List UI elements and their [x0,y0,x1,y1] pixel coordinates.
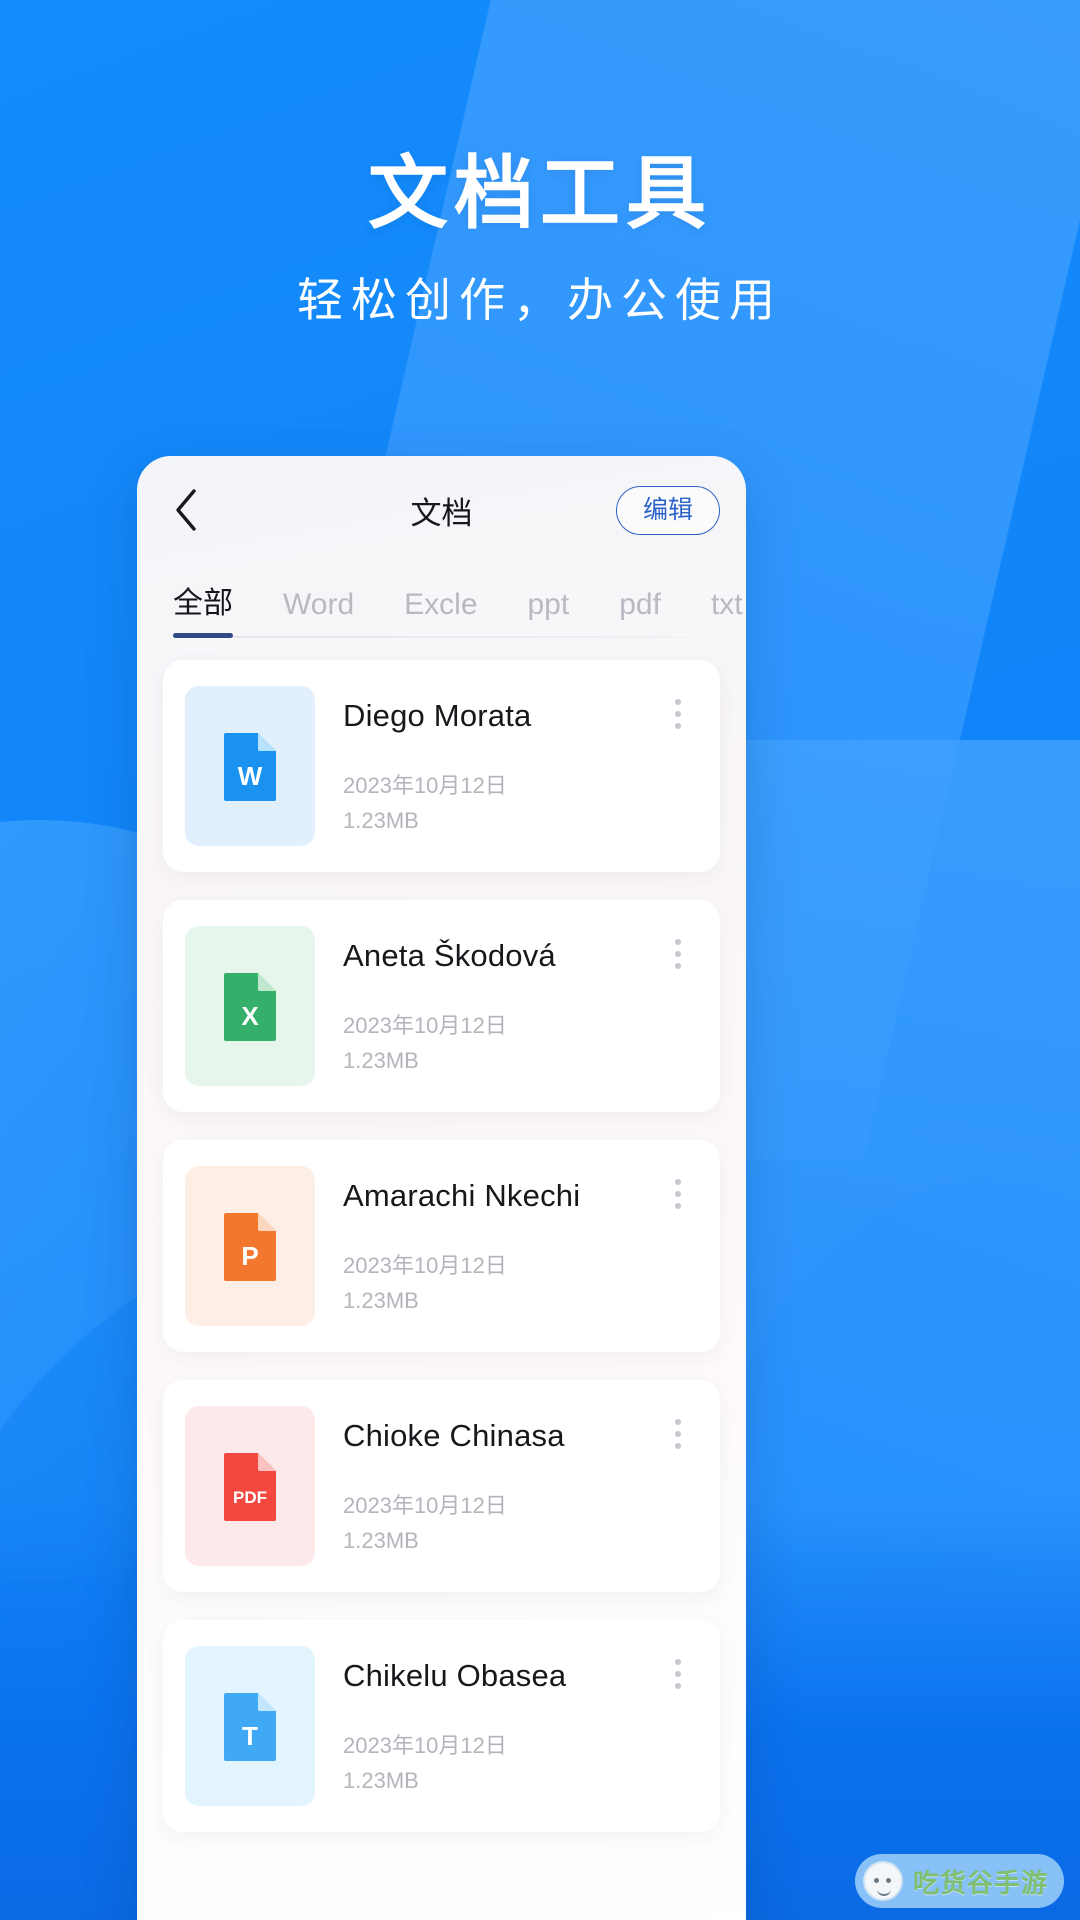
tab-ppt[interactable]: ppt [528,588,570,638]
dot [675,1443,681,1449]
file-date: 2023年10月12日 [343,1493,507,1518]
app-header: 文档 编辑 [137,456,746,564]
more-vertical-icon[interactable] [664,1176,692,1212]
file-thumbnail: P [185,1166,315,1326]
dot [675,1683,681,1689]
tab-excel[interactable]: Excle [404,588,477,638]
file-date: 2023年10月12日 [343,1013,507,1038]
file-name: Diego Morata [343,698,532,733]
dot [675,1191,681,1197]
file-list: W Diego Morata 2023年10月12日 1.23MB X Anet… [137,638,746,1832]
file-size: 1.23MB [343,1768,419,1793]
table-row[interactable]: P Amarachi Nkechi 2023年10月12日 1.23MB [163,1140,720,1352]
svg-text:T: T [242,1721,258,1751]
svg-text:X: X [241,1001,259,1031]
svg-text:P: P [241,1241,258,1271]
file-size: 1.23MB [343,1528,419,1553]
back-button[interactable] [159,483,213,537]
dot [675,1431,681,1437]
file-size: 1.23MB [343,1288,419,1313]
file-thumbnail: T [185,1646,315,1806]
table-row[interactable]: X Aneta Škodová 2023年10月12日 1.23MB [163,900,720,1112]
pdf-file-icon: PDF [222,1451,278,1521]
phone-screen: 文档 编辑 全部 Word Excle ppt pdf txt W Diego … [137,456,746,1920]
dot [675,939,681,945]
powerpoint-file-icon: P [222,1211,278,1281]
file-date: 2023年10月12日 [343,773,507,798]
dot [675,1203,681,1209]
file-info: Diego Morata 2023年10月12日 1.23MB [343,698,698,834]
file-name: Aneta Škodová [343,938,556,973]
text-file-icon: T [222,1691,278,1761]
dot [675,1179,681,1185]
file-info: Chikelu Obasea 2023年10月12日 1.23MB [343,1658,698,1794]
filter-tabs: 全部 Word Excle ppt pdf txt [137,564,746,638]
dot [675,1671,681,1677]
file-thumbnail: X [185,926,315,1086]
table-row[interactable]: T Chikelu Obasea 2023年10月12日 1.23MB [163,1620,720,1832]
dot [675,951,681,957]
svg-text:W: W [238,761,263,791]
hero-section: 文档工具 轻松创作，办公使用 [0,0,1080,330]
tab-word[interactable]: Word [283,588,354,638]
file-date: 2023年10月12日 [343,1253,507,1278]
table-row[interactable]: W Diego Morata 2023年10月12日 1.23MB [163,660,720,872]
page-title: 文档工具 [368,149,712,238]
tab-pdf[interactable]: pdf [619,588,661,638]
file-name: Chikelu Obasea [343,1658,567,1693]
excel-file-icon: X [222,971,278,1041]
page-subtitle: 轻松创作，办公使用 [297,274,783,326]
table-row[interactable]: PDF Chioke Chinasa 2023年10月12日 1.23MB [163,1380,720,1592]
svg-text:PDF: PDF [233,1488,267,1507]
tab-all[interactable]: 全部 [173,578,233,638]
dot [675,723,681,729]
dot [675,711,681,717]
more-vertical-icon[interactable] [664,696,692,732]
file-size: 1.23MB [343,1048,419,1073]
file-thumbnail: PDF [185,1406,315,1566]
file-info: Chioke Chinasa 2023年10月12日 1.23MB [343,1418,698,1554]
word-file-icon: W [222,731,278,801]
file-size: 1.23MB [343,808,419,833]
face-avatar-icon [862,1861,903,1901]
dot [675,1659,681,1665]
file-info: Aneta Škodová 2023年10月12日 1.23MB [343,938,698,1074]
tab-txt[interactable]: txt [711,588,743,638]
more-vertical-icon[interactable] [664,1656,692,1692]
phone-mockup: 文档 编辑 全部 Word Excle ppt pdf txt W Diego … [137,456,746,1920]
more-vertical-icon[interactable] [664,936,692,972]
file-name: Chioke Chinasa [343,1418,565,1453]
edit-button[interactable]: 编辑 [615,485,720,535]
file-name: Amarachi Nkechi [343,1178,581,1213]
dot [675,1419,681,1425]
watermark-label: 吃货谷手游 [912,1867,1048,1898]
file-date: 2023年10月12日 [343,1733,507,1758]
file-thumbnail: W [185,686,315,846]
dot [675,699,681,705]
file-info: Amarachi Nkechi 2023年10月12日 1.23MB [343,1178,698,1314]
dot [675,963,681,969]
chevron-left-icon [173,488,199,532]
more-vertical-icon[interactable] [664,1416,692,1452]
watermark: 吃货谷手游 [854,1854,1064,1908]
